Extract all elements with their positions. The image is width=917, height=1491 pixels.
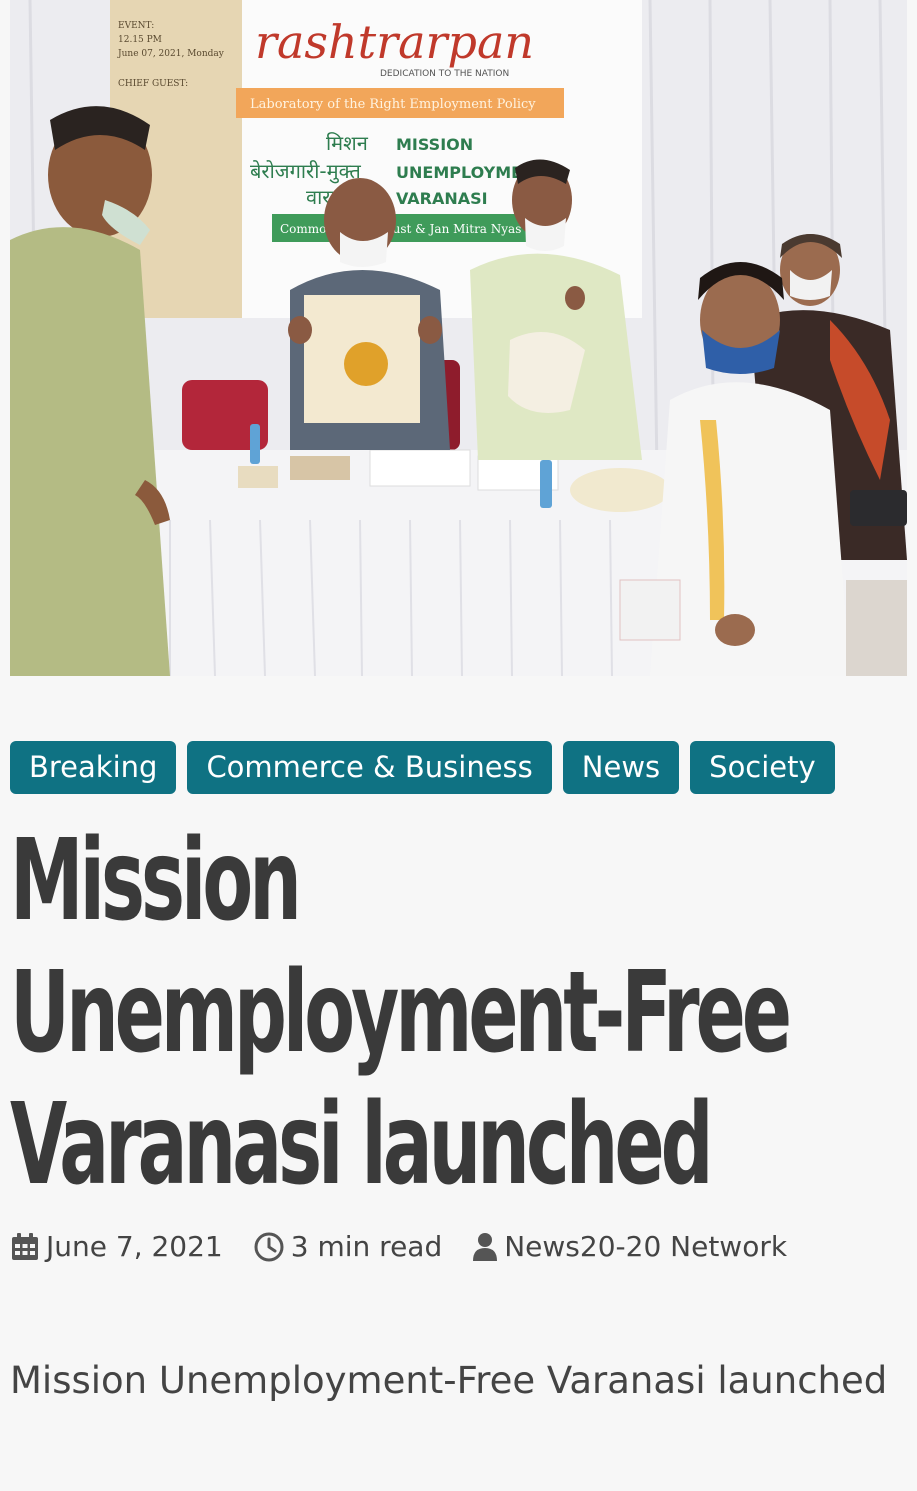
banner-english-3: VARANASI	[396, 189, 488, 208]
category-tags: Breaking Commerce & Business News Societ…	[10, 741, 835, 794]
calendar-icon	[12, 1232, 38, 1260]
article-excerpt: Mission Unemployment-Free Varanasi launc…	[10, 1359, 888, 1402]
banner-english-1: MISSION	[396, 135, 473, 154]
banner-brand: rashtrarpan	[255, 15, 534, 69]
category-tag-society[interactable]: Society	[690, 741, 835, 794]
banner-chief-guest: CHIEF GUEST:	[118, 79, 188, 89]
clock-icon	[254, 1232, 284, 1261]
article-read-time: 3 min read	[290, 1230, 443, 1263]
banner-event-date: June 07, 2021, Monday	[117, 49, 225, 59]
article-meta: June 7, 2021 3 min read News20-20 Networ…	[10, 1230, 817, 1263]
banner-event-time: 12.15 PM	[118, 35, 162, 45]
user-icon	[473, 1232, 498, 1261]
article-author[interactable]: News20-20 Network	[504, 1230, 787, 1263]
meta-date: June 7, 2021	[10, 1230, 223, 1263]
meta-read-time: 3 min read	[253, 1230, 442, 1263]
banner-hindi-2: बेरोजगारी-मुक्त	[250, 159, 361, 184]
banner-tagline: DEDICATION TO THE NATION	[380, 69, 509, 79]
banner-strip: Commonwealth Trust & Jan Mitra Nyas	[280, 222, 521, 236]
category-tag-breaking[interactable]: Breaking	[10, 741, 177, 794]
meta-author: News20-20 Network	[472, 1230, 787, 1263]
category-tag-news[interactable]: News	[562, 741, 680, 794]
category-tag-commerce-business[interactable]: Commerce & Business	[187, 741, 552, 794]
banner-hindi-1: मिशन	[326, 131, 369, 155]
banner-subtitle: Laboratory of the Right Employment Polic…	[250, 97, 536, 112]
article-title: Mission Unemployment-Free Varanasi launc…	[10, 816, 792, 1210]
featured-image: EVENT: 12.15 PM June 07, 2021, Monday CH…	[10, 0, 907, 676]
banner-event-label: EVENT:	[118, 21, 154, 31]
article-date[interactable]: June 7, 2021	[46, 1230, 223, 1263]
